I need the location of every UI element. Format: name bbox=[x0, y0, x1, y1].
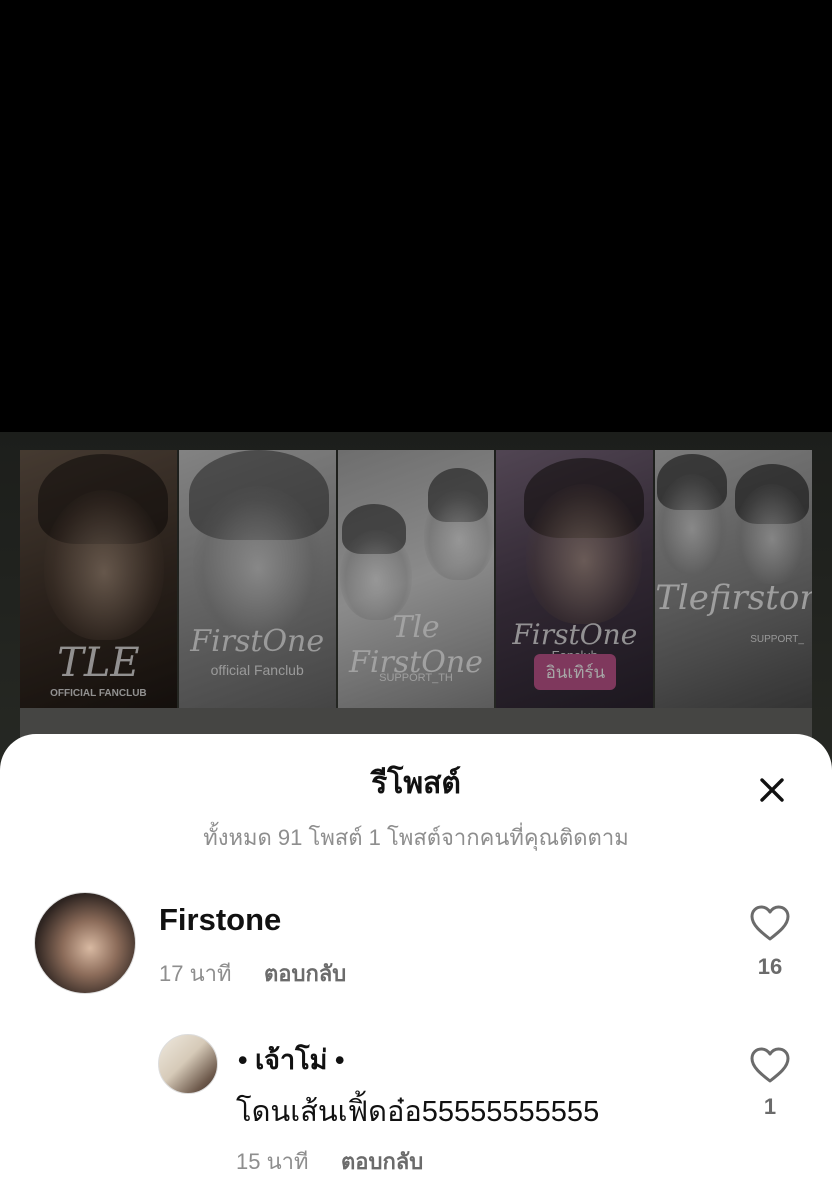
reply-button[interactable]: ตอบกลับ bbox=[341, 1144, 423, 1179]
repost-timestamp: 17 นาที bbox=[159, 961, 232, 986]
repost-timestamp: 15 นาที bbox=[236, 1149, 309, 1174]
close-icon bbox=[760, 778, 784, 802]
repost-count-summary: ทั้งหมด 91 โพสต์ 1 โพสต์จากคนที่คุณติดตา… bbox=[203, 825, 629, 850]
repost-username[interactable]: Firstone bbox=[159, 902, 281, 938]
close-button[interactable] bbox=[752, 770, 792, 810]
sheet-title: รีโพสต์ bbox=[371, 767, 461, 800]
like-count: 1 bbox=[763, 1094, 777, 1119]
like-button[interactable] bbox=[749, 904, 791, 942]
reposts-sheet: รีโพสต์ ทั้งหมด 91 โพสต์ 1 โพสต์จากคนที่… bbox=[0, 734, 832, 1200]
like-button[interactable] bbox=[749, 1046, 791, 1084]
heart-icon bbox=[750, 905, 790, 941]
like-count: 16 bbox=[757, 954, 783, 979]
repost-comment-text: โดนเส้นเฟิ้ดอ๋อ55555555555 bbox=[236, 1096, 600, 1128]
reply-button[interactable]: ตอบกลับ bbox=[264, 956, 346, 991]
heart-icon bbox=[750, 1047, 790, 1083]
repost-username[interactable]: • เจ้าโม่ • bbox=[238, 1038, 344, 1081]
dark-backdrop bbox=[0, 0, 832, 432]
avatar[interactable] bbox=[34, 892, 136, 994]
avatar[interactable] bbox=[158, 1034, 218, 1094]
